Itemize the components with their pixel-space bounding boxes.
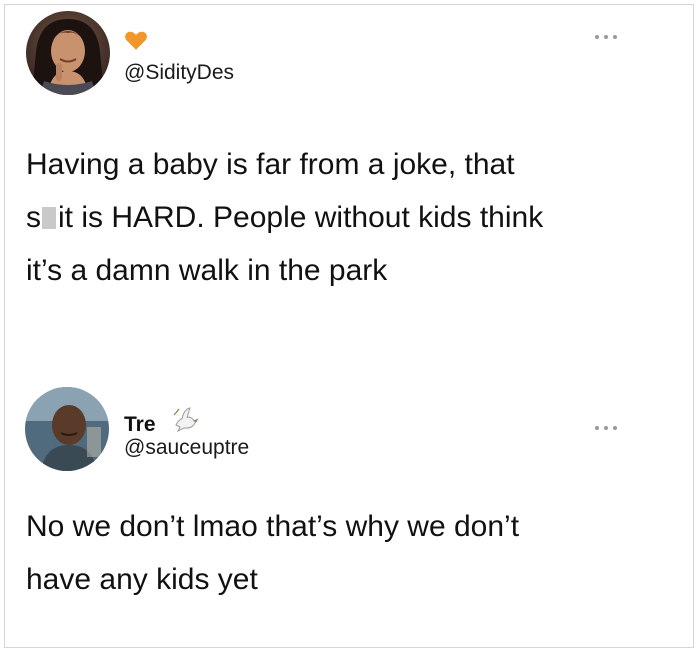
display-name[interactable]: Tre <box>124 413 156 437</box>
orange-heart-icon <box>125 31 147 50</box>
tweet-text-line: s it is HARD. People without kids think <box>26 191 543 244</box>
user-handle[interactable]: @SidityDes <box>124 61 234 85</box>
screenshot-frame: @SidityDes Having a baby is far from a j… <box>4 4 694 648</box>
tweet-text-line: it’s a damn walk in the park <box>26 254 388 287</box>
avatar-tre[interactable] <box>25 387 109 471</box>
tweet-text-fragment: s <box>26 201 41 234</box>
tweet-text: Having a baby is far from a joke, that s… <box>26 138 543 297</box>
dove-icon <box>173 407 199 433</box>
tweet-text-line: No we don’t lmao that’s why we don’t <box>26 510 520 543</box>
tweet-text-line: have any kids yet <box>26 563 258 596</box>
tweet-tre: Tre @sauceuptre No we don’t lmao that’s … <box>5 385 693 645</box>
tweet-text: No we don’t lmao that’s why we don’t hav… <box>26 500 519 606</box>
more-dots-icon[interactable] <box>595 32 617 42</box>
user-handle[interactable]: @sauceuptre <box>124 436 249 460</box>
more-dots-icon[interactable] <box>595 423 617 433</box>
tweet-text-fragment: it is HARD. People without kids think <box>58 201 544 234</box>
tweet-text-line: Having a baby is far from a joke, that <box>26 148 515 181</box>
tweet-sidity: @SidityDes Having a baby is far from a j… <box>5 5 693 335</box>
avatar-sidity[interactable] <box>26 11 110 95</box>
censor-blur <box>42 207 56 229</box>
